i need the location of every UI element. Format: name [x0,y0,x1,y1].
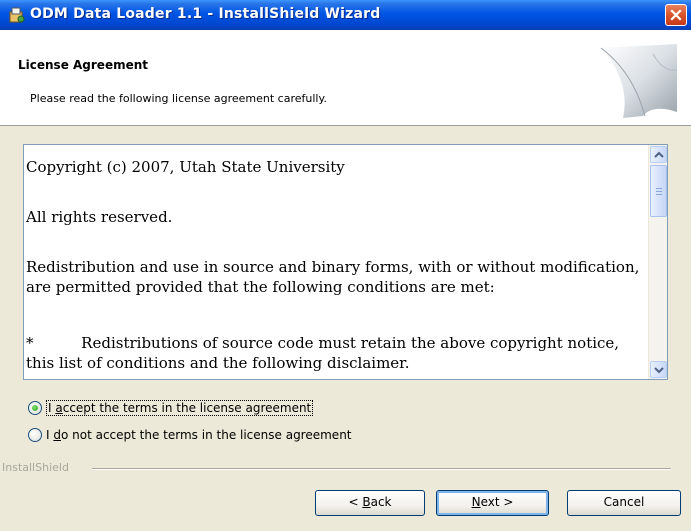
next-button[interactable]: Next > [436,490,549,516]
installer-icon[interactable] [8,6,26,24]
cancel-button[interactable]: Cancel [567,490,681,516]
page-heading: License Agreement [18,58,149,72]
close-button[interactable] [665,4,687,26]
vertical-scrollbar[interactable] [648,145,667,379]
title-bar[interactable]: ODM Data Loader 1.1 - InstallShield Wiza… [0,0,691,30]
page-curl-graphic [600,44,678,118]
license-line: * Redistributions of source code must re… [26,334,624,372]
window-title: ODM Data Loader 1.1 - InstallShield Wiza… [30,6,381,22]
chevron-down-icon [654,367,664,374]
license-line: Copyright (c) 2007, Utah State Universit… [26,158,345,176]
license-line: All rights reserved. [26,208,173,226]
license-text-box[interactable]: Copyright (c) 2007, Utah State Universit… [23,144,668,380]
installshield-wizard-window: ODM Data Loader 1.1 - InstallShield Wiza… [0,0,691,531]
license-line: Redistribution and use in source and bin… [26,258,640,296]
accept-radio[interactable] [28,401,42,415]
close-icon [670,9,682,21]
scroll-up-button[interactable] [650,146,667,163]
scroll-down-button[interactable] [650,361,667,378]
decline-radio[interactable] [28,428,42,442]
brand-label: InstallShield [2,461,69,474]
installshield-brand: InstallShield [0,461,691,475]
chevron-up-icon [654,151,664,158]
scroll-thumb[interactable] [650,165,667,217]
page-subheading: Please read the following license agreem… [30,92,327,105]
header-banner: License Agreement Please read the follow… [0,30,691,126]
decline-label[interactable]: I do not accept the terms in the license… [46,428,352,442]
divider [92,468,671,470]
back-button[interactable]: < Back [315,490,425,516]
accept-label[interactable]: I accept the terms in the license agreem… [46,400,314,416]
